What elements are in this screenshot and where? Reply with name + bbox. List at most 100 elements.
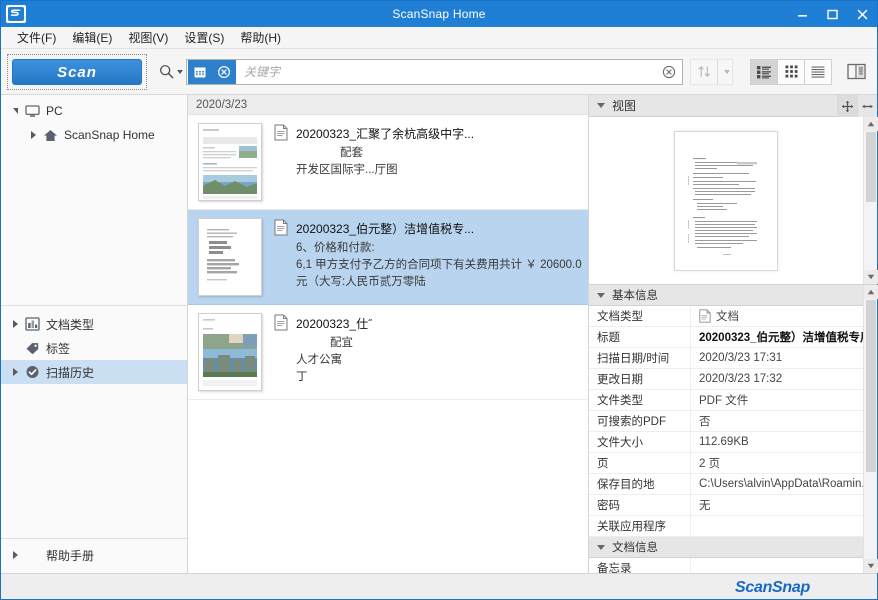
sidebar-item-scan-history[interactable]: 扫描历史 xyxy=(1,360,187,384)
scan-button[interactable]: Scan xyxy=(12,59,142,85)
document-thumbnail xyxy=(198,123,262,201)
table-row[interactable]: 20200323_仕˝ 配宜 人才公寓 丁 xyxy=(188,305,588,400)
scroll-up-icon[interactable] xyxy=(864,285,878,299)
expand-arrow-right-icon[interactable] xyxy=(7,364,23,380)
info-key: 标题 xyxy=(589,327,691,347)
info-key: 保存目的地 xyxy=(589,474,691,494)
sidebar-categories: 文档类型 标签 xyxy=(1,308,187,384)
sidebar-item-help-manual[interactable]: 帮助手册 xyxy=(1,543,187,567)
view-section-actions xyxy=(837,95,877,116)
sidebar-bottom-section: 帮助手册 xyxy=(1,538,187,573)
info-scrollbar[interactable] xyxy=(863,285,877,573)
info-value[interactable]: 20200323_伯元整）洁增值税专用... xyxy=(691,329,863,345)
clear-filter-icon[interactable] xyxy=(212,60,236,84)
svg-text:ScanSnap: ScanSnap xyxy=(735,579,810,596)
expand-arrow-right-icon[interactable] xyxy=(7,547,23,563)
expand-arrow-right-icon[interactable] xyxy=(7,316,23,332)
scan-history-icon xyxy=(23,364,41,380)
scrollbar-thumb[interactable] xyxy=(866,300,876,472)
document-title-line: 20200323_汇聚了余杭高级中字... xyxy=(274,125,582,142)
chevron-down-icon xyxy=(177,70,183,74)
snippet-line: 6,1 甲方支付予乙方的合同项下有关费用共计 ￥ 20600.00 xyxy=(296,257,582,274)
sidebar-item-document-type[interactable]: 文档类型 xyxy=(1,312,187,336)
preview-page-thumbnail xyxy=(674,131,778,271)
expand-arrow-right-icon[interactable] xyxy=(25,127,41,143)
calendar-filter-icon[interactable] xyxy=(188,60,212,84)
info-key: 密码 xyxy=(589,495,691,515)
tag-icon xyxy=(23,340,41,356)
document-list: 20200323_汇聚了余杭高级中字... 配套 开发区国际宇...厅图 xyxy=(188,115,588,573)
search-input[interactable] xyxy=(236,65,656,79)
minimize-button[interactable] xyxy=(787,1,817,27)
document-info: 20200323_伯元整）洁增值税专... 6、价格和付款: 6,1 甲方支付予… xyxy=(274,218,582,296)
clear-search-icon[interactable] xyxy=(656,60,682,84)
search-box[interactable] xyxy=(186,59,683,85)
menu-help[interactable]: 帮助(H) xyxy=(232,27,289,48)
status-bar: ScanSnap xyxy=(1,573,877,599)
fit-width-icon[interactable] xyxy=(857,95,877,117)
search-area xyxy=(155,58,683,86)
triangle-down-icon[interactable] xyxy=(597,293,605,298)
view-list-button[interactable] xyxy=(750,59,778,85)
view-mode-group xyxy=(751,59,832,85)
table-row[interactable]: 20200323_伯元整）洁增值税专... 6、价格和付款: 6,1 甲方支付予… xyxy=(188,210,588,305)
document-info: 20200323_汇聚了余杭高级中字... 配套 开发区国际宇...厅图 xyxy=(274,123,582,201)
snippet-line: 元（大写:人民币贰万零陆 xyxy=(296,274,582,291)
computer-icon xyxy=(23,103,41,119)
panel-toggle-button[interactable] xyxy=(841,59,871,85)
view-grid-button[interactable] xyxy=(777,59,805,85)
info-value: 2020/3/23 17:32 xyxy=(691,373,863,385)
info-value: 无 xyxy=(691,497,863,513)
triangle-down-icon[interactable] xyxy=(597,545,605,550)
info-value: 文档 xyxy=(691,308,863,324)
scrollbar-track[interactable] xyxy=(864,473,878,559)
triangle-down-icon[interactable] xyxy=(597,103,605,108)
menu-settings[interactable]: 设置(S) xyxy=(176,27,232,48)
document-info: 20200323_仕˝ 配宜 人才公寓 丁 xyxy=(274,313,582,391)
maximize-button[interactable] xyxy=(817,1,847,27)
menu-edit[interactable]: 编辑(E) xyxy=(64,27,120,48)
search-mode-button[interactable] xyxy=(155,64,186,79)
scroll-down-icon[interactable] xyxy=(864,559,878,573)
view-section-header[interactable]: 视图 xyxy=(589,95,877,117)
info-row-document-type: 文档类型 文档 xyxy=(589,306,863,327)
detail-view-icon xyxy=(810,65,826,79)
svg-text:Scan: Scan xyxy=(57,64,97,81)
view-detail-button[interactable] xyxy=(804,59,832,85)
fit-page-icon[interactable] xyxy=(837,95,857,117)
preview-inner xyxy=(589,117,863,284)
sidebar-item-pc[interactable]: PC xyxy=(1,99,187,123)
table-row[interactable]: 20200323_汇聚了余杭高级中字... 配套 开发区国际宇...厅图 xyxy=(188,115,588,210)
scroll-up-icon[interactable] xyxy=(864,117,878,131)
info-value: C:\Users\alvin\AppData\Roamin... xyxy=(691,478,863,490)
document-preview[interactable] xyxy=(589,117,877,285)
info-key: 文件类型 xyxy=(589,390,691,410)
info-row-scan-datetime: 扫描日期/时间 2020/3/23 17:31 xyxy=(589,348,863,369)
side-panel-toggle-icon xyxy=(847,63,866,80)
info-value: PDF 文件 xyxy=(691,392,863,408)
scrollbar-thumb[interactable] xyxy=(866,132,876,202)
scan-wordmark-icon: Scan xyxy=(31,63,123,81)
sort-dropdown-button[interactable] xyxy=(717,59,733,85)
document-mini-icon xyxy=(699,309,711,323)
doc-info-header[interactable]: 文档信息 xyxy=(589,537,863,558)
scroll-down-icon[interactable] xyxy=(864,270,878,284)
expand-arrow-down-icon[interactable] xyxy=(7,103,23,119)
sidebar-tree-pc: PC ScanSnap Home xyxy=(1,95,187,301)
menu-view[interactable]: 视图(V) xyxy=(120,27,176,48)
preview-scrollbar[interactable] xyxy=(863,117,877,284)
basic-info-header[interactable]: 基本信息 xyxy=(589,285,863,306)
document-title: 20200323_仕˝ xyxy=(296,315,372,332)
menu-file[interactable]: 文件(F) xyxy=(9,27,64,48)
close-button[interactable] xyxy=(847,1,877,27)
help-manual-spacer xyxy=(23,547,41,563)
sidebar-item-scansnap-home[interactable]: ScanSnap Home xyxy=(1,123,187,147)
scan-button-focus-ring: Scan xyxy=(7,54,147,90)
sort-button[interactable] xyxy=(690,59,718,85)
scrollbar-track[interactable] xyxy=(864,203,878,270)
list-view-icon xyxy=(756,65,772,79)
sidebar-item-tags[interactable]: 标签 xyxy=(1,336,187,360)
info-row-memo: 备忘录 xyxy=(589,558,863,573)
info-scroll-area: 基本信息 文档类型 文档 xyxy=(589,285,877,573)
document-thumbnail xyxy=(198,313,262,391)
